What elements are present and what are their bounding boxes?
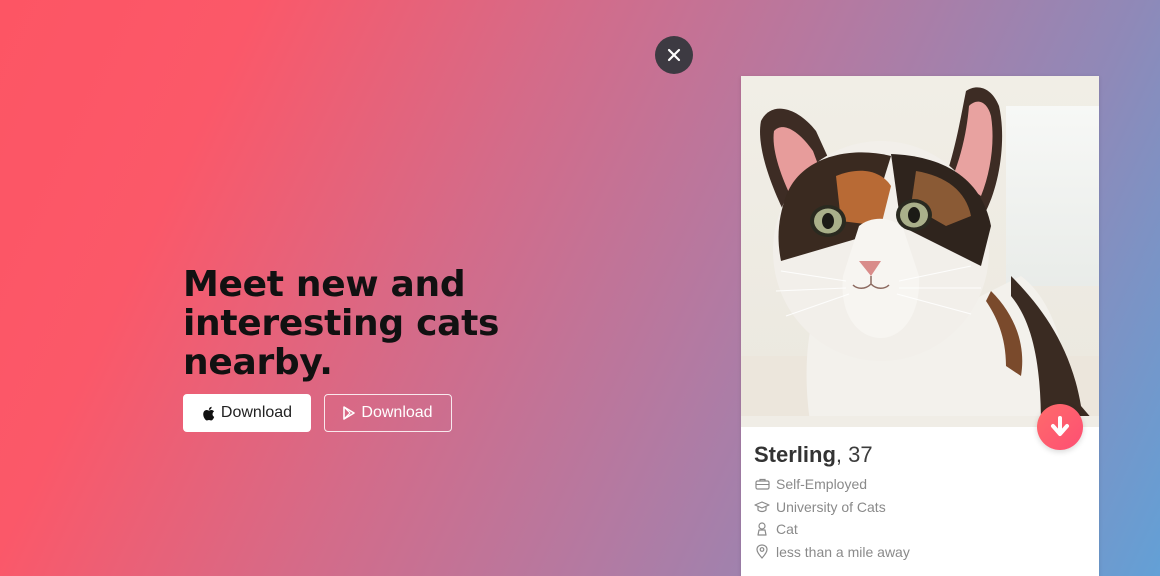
hero-section: Meet new and interesting cats nearby. Do… bbox=[183, 265, 703, 432]
hero-title: Meet new and interesting cats nearby. bbox=[183, 264, 500, 383]
profile-school-row: University of Cats bbox=[754, 496, 1084, 519]
play-store-download-label: Download bbox=[361, 404, 433, 421]
person-icon bbox=[754, 521, 770, 537]
app-store-download-label: Download bbox=[220, 404, 293, 421]
arrow-down-icon bbox=[1051, 416, 1069, 436]
profile-age: , 37 bbox=[835, 442, 873, 467]
download-buttons: Download Download bbox=[183, 394, 703, 432]
app-store-download-button[interactable]: Download bbox=[183, 394, 311, 432]
profile-job: Self-Employed bbox=[776, 476, 868, 493]
close-icon bbox=[667, 48, 681, 62]
profile-gender-row: Cat bbox=[754, 518, 1084, 541]
apple-icon bbox=[202, 406, 215, 421]
profile-info: Sterling, 37 Self-Employed University of… bbox=[754, 442, 1084, 563]
profile-card[interactable]: Sterling, 37 Self-Employed University of… bbox=[741, 76, 1099, 576]
profile-distance: less than a mile away bbox=[776, 543, 910, 560]
calico-cat-photo bbox=[741, 87, 1099, 427]
profile-distance-row: less than a mile away bbox=[754, 541, 1084, 564]
profile-job-row: Self-Employed bbox=[754, 473, 1084, 496]
play-store-icon bbox=[343, 406, 356, 420]
profile-name: Sterling bbox=[754, 442, 836, 467]
close-button[interactable] bbox=[655, 36, 693, 74]
briefcase-icon bbox=[754, 476, 770, 492]
graduation-cap-icon bbox=[754, 499, 770, 515]
profile-photo bbox=[741, 76, 1099, 427]
profile-gender: Cat bbox=[776, 521, 798, 538]
profile-school: University of Cats bbox=[776, 498, 886, 515]
play-store-download-button[interactable]: Download bbox=[324, 394, 452, 432]
location-pin-icon bbox=[754, 544, 770, 560]
profile-name-age: Sterling, 37 bbox=[754, 442, 1084, 468]
